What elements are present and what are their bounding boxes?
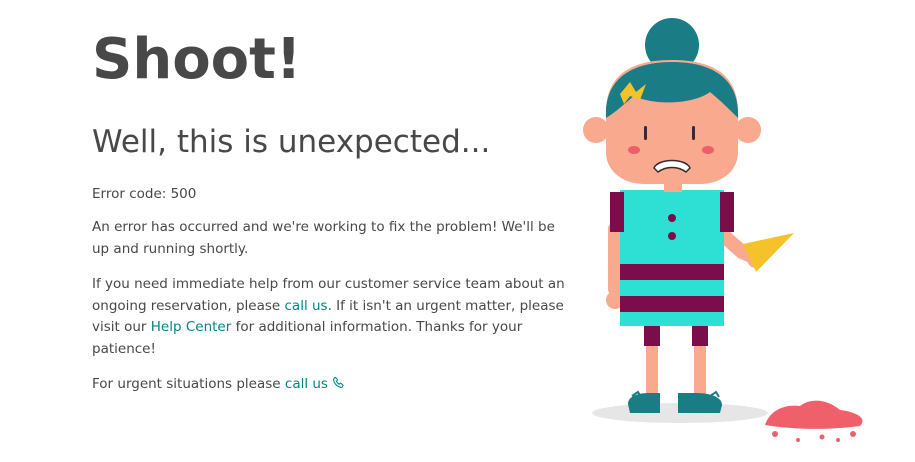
page-headline: Shoot!: [92, 27, 302, 92]
error-message: An error has occurred and we're working …: [92, 219, 555, 257]
sad-girl-icon: [583, 18, 863, 442]
error-content: Shoot! Well, this is unexpected... Error…: [92, 22, 572, 398]
help-center-link[interactable]: Help Center: [151, 319, 232, 335]
urgent-text: For urgent situations please: [92, 376, 285, 392]
urgent-call-us-link[interactable]: call us: [285, 376, 345, 392]
sad-girl-illustration: [560, 0, 915, 462]
ice-cream-splat: [765, 400, 863, 442]
urgent-paragraph: For urgent situations please call us: [92, 374, 572, 398]
phone-icon: [331, 376, 345, 398]
call-us-link[interactable]: call us: [285, 298, 328, 314]
urgent-call-us-label: call us: [284, 376, 328, 392]
error-code: Error code: 500: [92, 186, 197, 202]
help-paragraph: If you need immediate help from our cust…: [92, 274, 572, 360]
page-subheadline: Well, this is unexpected...: [92, 124, 491, 160]
